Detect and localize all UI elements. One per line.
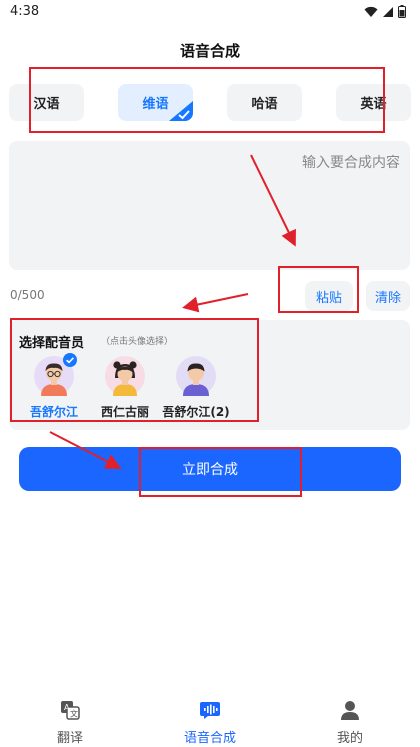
- selected-check-icon: [169, 101, 193, 121]
- page-title: 语音合成: [179, 42, 240, 60]
- voice-name: 西仁古丽: [100, 405, 149, 419]
- clear-button[interactable]: 清除: [366, 281, 410, 311]
- tab-label: 我的: [336, 731, 363, 746]
- signal-icon: [383, 6, 393, 17]
- annotation-arrow: [182, 293, 249, 313]
- bottom-tab-bar: A 文 翻译 语音合成 我的: [0, 695, 420, 747]
- voice-option[interactable]: 西仁古丽: [90, 356, 160, 420]
- language-tab-label: 哈语: [251, 97, 278, 112]
- language-tab-kazakh[interactable]: 哈语: [227, 84, 302, 121]
- svg-text:文: 文: [70, 709, 78, 719]
- language-tab-chinese[interactable]: 汉语: [9, 84, 84, 121]
- language-tab-label: 汉语: [33, 97, 60, 112]
- status-bar: 4:38: [0, 0, 420, 26]
- voice-option[interactable]: 吾舒尔江: [19, 353, 89, 420]
- language-tab-english[interactable]: 英语: [336, 84, 411, 121]
- tab-translate[interactable]: A 文 翻译: [10, 695, 130, 746]
- female-avatar-icon[interactable]: [105, 356, 145, 396]
- male-avatar-glasses-icon[interactable]: [34, 353, 77, 396]
- voice-name: 吾舒尔江(2): [162, 405, 230, 419]
- profile-icon: [341, 701, 359, 720]
- selected-check-icon: [63, 353, 77, 367]
- paste-button[interactable]: 粘贴: [305, 281, 353, 311]
- voice-actor-panel: 选择配音员 （点击头像选择） 吾舒尔江 西仁古丽 吾舒尔江(2): [9, 320, 410, 430]
- voice-name: 吾舒尔江: [29, 405, 78, 419]
- char-count: 0/500: [10, 288, 45, 302]
- voice-panel-title: 选择配音员: [19, 336, 85, 351]
- wifi-icon: [364, 6, 378, 17]
- translate-icon: A 文: [61, 701, 80, 720]
- status-icons: [364, 5, 406, 18]
- voice-synthesis-icon: [200, 702, 220, 719]
- voice-option[interactable]: 吾舒尔江(2): [161, 356, 231, 420]
- male-avatar-icon[interactable]: [176, 356, 216, 396]
- synthesis-text-input[interactable]: 输入要合成内容: [9, 141, 410, 270]
- language-tab-label: 英语: [360, 97, 387, 112]
- status-time: 4:38: [10, 4, 40, 19]
- tab-voice-synthesis[interactable]: 语音合成: [150, 695, 270, 746]
- language-tab-label: 维语: [142, 97, 169, 112]
- synthesize-button[interactable]: 立即合成: [19, 447, 401, 491]
- voice-panel-hint: （点击头像选择）: [101, 337, 174, 347]
- tab-label: 翻译: [56, 731, 83, 746]
- language-tab-uyghur[interactable]: 维语: [118, 84, 193, 121]
- battery-icon: [398, 5, 406, 18]
- tab-label: 语音合成: [183, 731, 236, 746]
- text-input-placeholder: 输入要合成内容: [302, 155, 400, 171]
- tab-profile[interactable]: 我的: [290, 695, 410, 746]
